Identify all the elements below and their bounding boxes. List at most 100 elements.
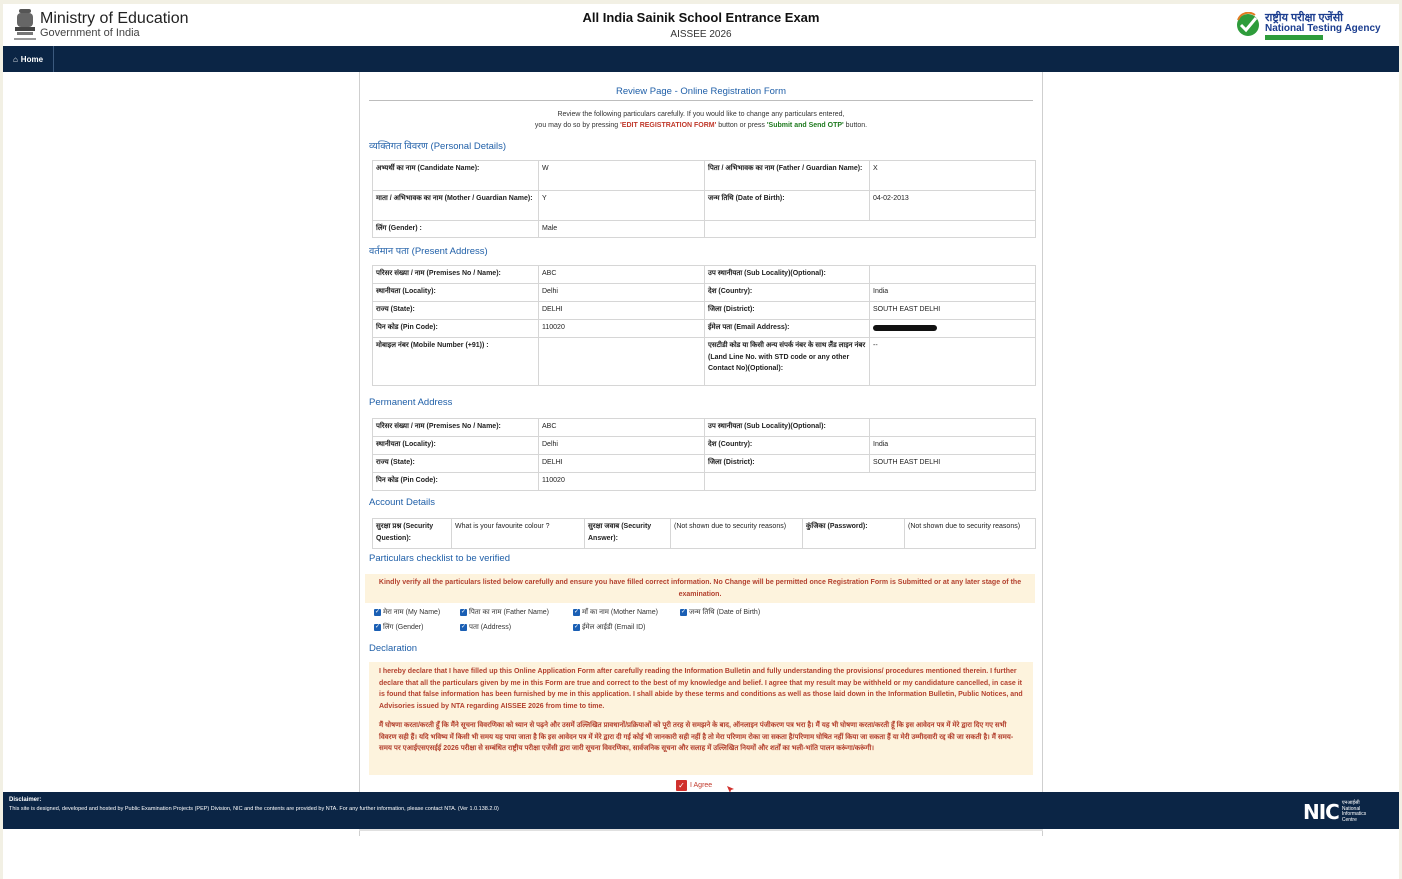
table-row: स्थानीयता (Locality): Delhi देश (Country… bbox=[372, 283, 1036, 302]
perm-district-label: जिला (District): bbox=[704, 454, 870, 473]
nta-tagline-bar bbox=[1265, 35, 1323, 40]
gender-label: लिंग (Gender) : bbox=[372, 220, 539, 238]
perm-locality-value: Delhi bbox=[538, 436, 705, 455]
declaration-heading: Declaration bbox=[369, 643, 418, 654]
checklist-item-father-name[interactable]: ✓ पिता का नाम (Father Name) bbox=[460, 608, 549, 617]
checklist-item-dob[interactable]: ✓ जन्म तिथि (Date of Birth) bbox=[680, 608, 760, 617]
district-value: SOUTH EAST DELHI bbox=[869, 301, 1036, 320]
mobile-value bbox=[538, 337, 705, 386]
mother-name-label: माता / अभिभावक का नाम (Mother / Guardian… bbox=[372, 190, 539, 221]
nav-home-link[interactable]: ⌂ Home bbox=[3, 46, 54, 72]
table-row: पिन कोड (Pin Code): 110020 ईमेल पता (Ema… bbox=[372, 319, 1036, 338]
nic-logo: NIC एनआईसी National Informatics Centre bbox=[1303, 800, 1366, 824]
checkbox-checked-icon[interactable]: ✓ bbox=[680, 609, 687, 616]
instr-pre: you may do so by pressing bbox=[534, 122, 621, 129]
checklist-item-mother-name[interactable]: ✓ माँ का नाम (Mother Name) bbox=[573, 608, 658, 617]
nic-logo-text: एनआईसी National Informatics Centre bbox=[1342, 800, 1366, 823]
account-details-table: सुरक्षा प्रश्न (Security Question): What… bbox=[372, 518, 1036, 549]
personal-details-heading: व्यक्तिगत विवरण (Personal Details) bbox=[369, 141, 507, 152]
exam-code: AISSEE 2026 bbox=[670, 29, 732, 40]
checklist-item-label: पिता का नाम (Father Name) bbox=[469, 609, 550, 616]
instr-edit-ref: 'EDIT REGISTRATION FORM' bbox=[620, 122, 717, 129]
security-question-value: What is your favourite colour ? bbox=[451, 518, 585, 549]
security-answer-label: सुरक्षा जवाब (Security Answer): bbox=[584, 518, 671, 549]
review-instructions: Review the following particulars careful… bbox=[369, 109, 1033, 131]
main-navbar: ⌂ Home bbox=[3, 46, 1399, 72]
review-panel: Review Page - Online Registration Form R… bbox=[359, 72, 1043, 836]
disclaimer-text: This site is designed, developed and hos… bbox=[9, 806, 499, 812]
page-frame: Ministry of Education Government of Indi… bbox=[3, 4, 1399, 879]
checklist-item-label: पता (Address) bbox=[469, 624, 512, 631]
nta-name-english: National Testing Agency bbox=[1265, 23, 1381, 34]
dob-label: जन्म तिथि (Date of Birth): bbox=[704, 190, 870, 221]
declaration-english: I hereby declare that I have filled up t… bbox=[379, 668, 1023, 710]
pin-label: पिन कोड (Pin Code): bbox=[372, 319, 539, 338]
table-row: माता / अभिभावक का नाम (Mother / Guardian… bbox=[372, 190, 1036, 221]
premises-label: परिसर संख्या / नाम (Premises No / Name): bbox=[372, 265, 539, 284]
district-label: जिला (District): bbox=[704, 301, 870, 320]
table-row: लिंग (Gender) : Male bbox=[372, 220, 1036, 238]
password-label: कुंजिका (Password): bbox=[802, 518, 905, 549]
locality-label: स्थानीयता (Locality): bbox=[372, 283, 539, 302]
email-label: ईमेल पता (Email Address): bbox=[704, 319, 870, 338]
pin-value: 110020 bbox=[538, 319, 705, 338]
disclaimer-heading: Disclaimer: bbox=[9, 797, 42, 803]
checklist-warning: Kindly verify all the particulars listed… bbox=[365, 574, 1035, 603]
dob-value: 04-02-2013 bbox=[869, 190, 1036, 221]
candidate-name-value: W bbox=[538, 160, 705, 191]
review-page-title: Review Page - Online Registration Form bbox=[615, 86, 786, 97]
perm-pin-value: 110020 bbox=[538, 472, 705, 491]
checklist-item-label: लिंग (Gender) bbox=[383, 624, 424, 631]
checklist-item-name[interactable]: ✓ मेरा नाम (My Name) bbox=[374, 608, 440, 617]
perm-state-value: DELHI bbox=[538, 454, 705, 473]
perm-pin-label: पिन कोड (Pin Code): bbox=[372, 472, 539, 491]
premises-value: ABC bbox=[538, 265, 705, 284]
checkbox-checked-icon[interactable]: ✓ bbox=[676, 780, 687, 791]
checkbox-checked-icon[interactable]: ✓ bbox=[460, 624, 467, 631]
perm-premises-value: ABC bbox=[538, 418, 705, 437]
empty-cell bbox=[704, 472, 1036, 491]
table-row: परिसर संख्या / नाम (Premises No / Name):… bbox=[372, 418, 1036, 437]
gender-value: Male bbox=[538, 220, 705, 238]
password-value: (Not shown due to security reasons) bbox=[904, 518, 1036, 549]
present-address-table: परिसर संख्या / नाम (Premises No / Name):… bbox=[372, 265, 1036, 386]
perm-sublocality-value bbox=[869, 418, 1036, 437]
table-row: सुरक्षा प्रश्न (Security Question): What… bbox=[372, 518, 1036, 549]
security-question-label: सुरक्षा प्रश्न (Security Question): bbox=[372, 518, 452, 549]
table-row: स्थानीयता (Locality): Delhi देश (Country… bbox=[372, 436, 1036, 455]
father-name-label: पिता / अभिभावक का नाम (Father / Guardian… bbox=[704, 160, 870, 191]
perm-country-label: देश (Country): bbox=[704, 436, 870, 455]
checkbox-checked-icon[interactable]: ✓ bbox=[374, 624, 381, 631]
table-row: पिन कोड (Pin Code): 110020 bbox=[372, 472, 1036, 491]
checklist-heading: Particulars checklist to be verified bbox=[369, 553, 510, 564]
checkbox-checked-icon[interactable]: ✓ bbox=[573, 609, 580, 616]
perm-state-label: राज्य (State): bbox=[372, 454, 539, 473]
checklist-item-label: जन्म तिथि (Date of Birth) bbox=[689, 609, 761, 616]
perm-sublocality-label: उप स्थानीयता (Sub Locality)(Optional): bbox=[704, 418, 870, 437]
perm-locality-label: स्थानीयता (Locality): bbox=[372, 436, 539, 455]
table-row: राज्य (State): DELHI जिला (District): SO… bbox=[372, 301, 1036, 320]
security-answer-value: (Not shown due to security reasons) bbox=[670, 518, 803, 549]
checklist-item-address[interactable]: ✓ पता (Address) bbox=[460, 623, 511, 632]
instr-submit-ref: 'Submit and Send OTP' bbox=[766, 122, 844, 129]
site-footer: Disclaimer: This site is designed, devel… bbox=[3, 792, 1399, 829]
checklist-item-gender[interactable]: ✓ लिंग (Gender) bbox=[374, 623, 423, 632]
country-value: India bbox=[869, 283, 1036, 302]
home-icon: ⌂ bbox=[12, 54, 18, 64]
country-label: देश (Country): bbox=[704, 283, 870, 302]
checklist-item-label: मेरा नाम (My Name) bbox=[383, 609, 441, 616]
checkbox-checked-icon[interactable]: ✓ bbox=[573, 624, 580, 631]
table-row: राज्य (State): DELHI जिला (District): SO… bbox=[372, 454, 1036, 473]
checklist-item-email[interactable]: ✓ ईमेल आईडी (Email ID) bbox=[573, 623, 646, 632]
landline-value: -- bbox=[869, 337, 1036, 386]
present-address-heading: वर्तमान पता (Present Address) bbox=[369, 246, 488, 257]
checkbox-checked-icon[interactable]: ✓ bbox=[374, 609, 381, 616]
i-agree-checkbox[interactable]: ✓ I Agree bbox=[676, 780, 712, 791]
checklist-item-label: ईमेल आईडी (Email ID) bbox=[582, 624, 646, 631]
i-agree-label: I Agree bbox=[690, 782, 713, 789]
table-row: मोबाइल नंबर (Mobile Number (+91)) : एसटी… bbox=[372, 337, 1036, 386]
checkbox-checked-icon[interactable]: ✓ bbox=[460, 609, 467, 616]
instr-line-1: Review the following particulars careful… bbox=[557, 111, 845, 118]
checklist-item-label: माँ का नाम (Mother Name) bbox=[582, 609, 658, 616]
perm-district-value: SOUTH EAST DELHI bbox=[869, 454, 1036, 473]
